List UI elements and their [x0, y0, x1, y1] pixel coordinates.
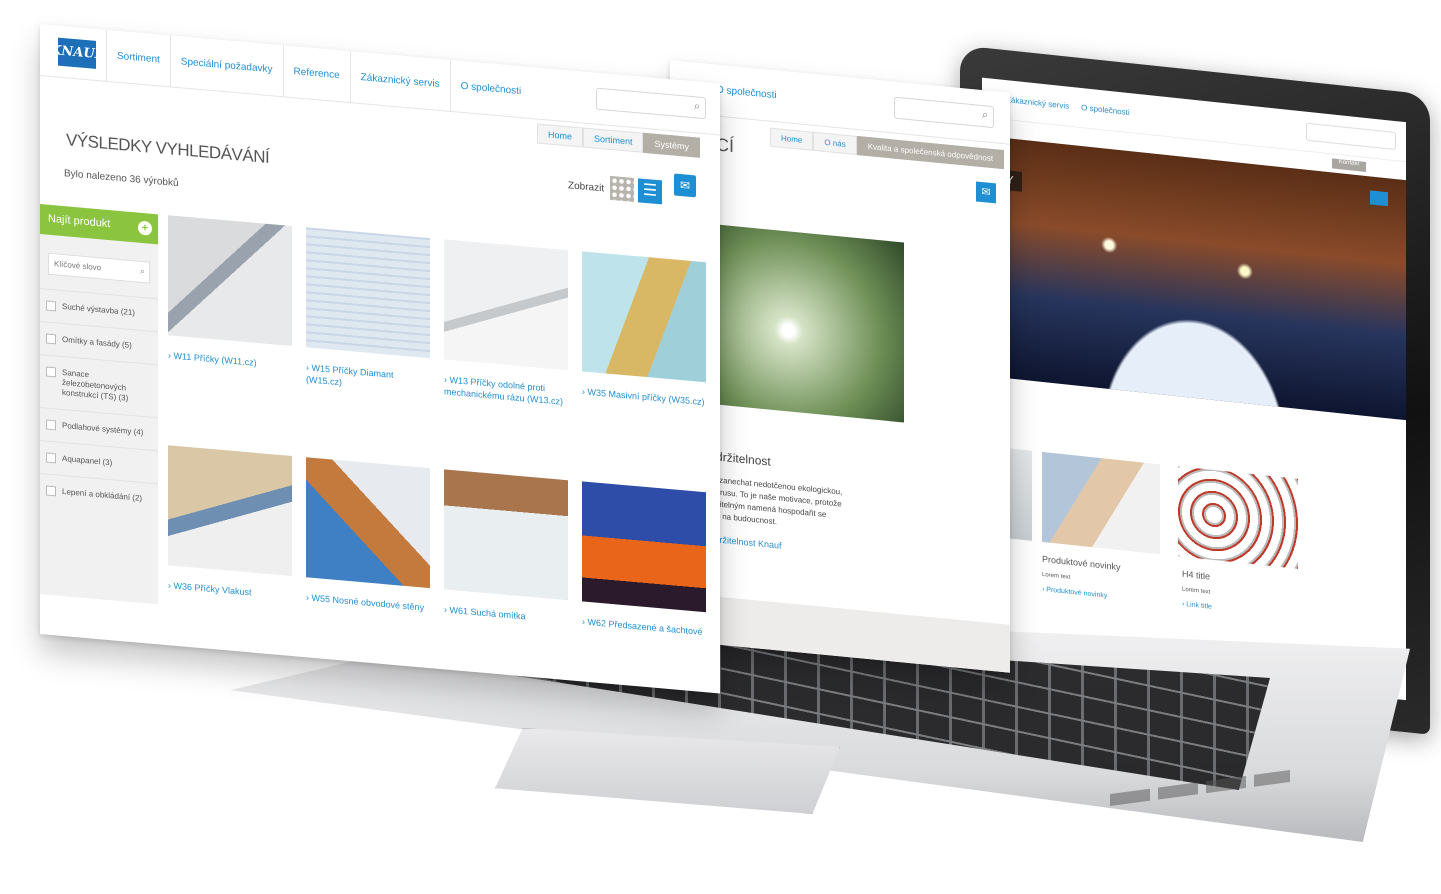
product-link[interactable]: › W61 Suchá omítka: [444, 603, 568, 626]
screen-news-heading: Produktové novinky: [1042, 553, 1121, 573]
nav-item-sortiment[interactable]: Sortiment: [106, 29, 170, 87]
product-card[interactable]: › W55 Nosné obvodové stěny: [306, 457, 430, 693]
crumb-home[interactable]: Home: [536, 123, 583, 148]
product-filter: Najít produkt + Klíčové slovo ⌕ Suché vý…: [40, 204, 158, 605]
product-image[interactable]: [444, 469, 568, 601]
product-image[interactable]: [444, 239, 568, 371]
search-icon[interactable]: ⌕: [140, 266, 145, 277]
screen-search-input[interactable]: [1306, 122, 1396, 150]
checkbox[interactable]: [46, 452, 56, 464]
search-icon[interactable]: ⌕: [982, 109, 988, 123]
filter-heading: Najít produkt +: [40, 204, 158, 245]
about-hero-image: [694, 222, 904, 423]
filter-option-label: Podlahové systémy (4): [62, 420, 144, 438]
screen-h4-heading: H4 title: [1182, 568, 1211, 582]
product-image[interactable]: [582, 481, 706, 613]
screen-contact-button[interactable]: Kontakt: [1332, 158, 1366, 172]
search-input[interactable]: ⌕: [596, 87, 706, 119]
filter-option-label: Lepení a obkládání (2): [62, 486, 143, 503]
product-link[interactable]: › W36 Příčky Vlakust: [168, 579, 292, 602]
product-link[interactable]: › W55 Nosné obvodové stěny: [306, 591, 430, 614]
result-count: Bylo nalezeno 36 výrobků: [64, 168, 179, 190]
product-image[interactable]: [306, 227, 430, 359]
product-image[interactable]: [306, 457, 430, 589]
product-card[interactable]: › W15 Příčky Diamant (W15.cz): [306, 227, 430, 468]
product-card[interactable]: › W13 Příčky odolné proti mechanickému r…: [444, 239, 568, 480]
filter-option-label: Omítky a fasády (5): [62, 334, 132, 351]
filter-search-input[interactable]: Klíčové slovo ⌕: [48, 252, 150, 284]
about-search-input[interactable]: ⌕: [894, 96, 994, 128]
knauf-logo[interactable]: KNAUF: [50, 37, 104, 69]
product-card[interactable]: › W36 Příčky Vlakust: [168, 445, 292, 686]
laptop-lid: Zákaznický servis O společnosti Kontakt …: [960, 45, 1430, 735]
screen-news-text: Lorem text: [1042, 571, 1071, 581]
filter-option-label: Aquapanel (3): [62, 453, 113, 468]
checkbox[interactable]: [46, 333, 56, 345]
product-image[interactable]: [582, 251, 706, 383]
about-page-panel: O společnosti ⌕ Home O nás Kvalita a spo…: [670, 60, 1010, 673]
nav-item-customer-service[interactable]: Zákaznický servis: [349, 50, 450, 112]
filter-option-label: Suché výstavba (21): [62, 301, 135, 318]
screen-hero-image: [982, 135, 1406, 421]
main-nav: KNAUF Sortiment Speciální požadavky Refe…: [40, 24, 720, 136]
crumb-current: Systémy: [643, 132, 700, 158]
screen-nav-customer-service[interactable]: Zákaznický servis: [1000, 79, 1075, 127]
checkbox[interactable]: [46, 366, 56, 378]
about-crumb-home[interactable]: Home: [770, 127, 814, 151]
product-link[interactable]: › W15 Příčky Diamant (W15.cz): [306, 361, 430, 396]
screen-news-link[interactable]: › Produktové novinky: [1042, 586, 1107, 600]
product-link[interactable]: › W11 Příčky (W11.cz): [168, 349, 292, 372]
grid-view-icon[interactable]: [610, 175, 634, 202]
checkbox[interactable]: [46, 485, 56, 497]
list-view-icon[interactable]: ☰: [638, 178, 662, 205]
nav-item-reference[interactable]: Reference: [282, 44, 350, 103]
mail-icon[interactable]: ✉: [674, 173, 696, 198]
screen-mail-icon[interactable]: [1370, 190, 1388, 207]
filter-option-label: Sanace železobetonových konstrukcí (TS) …: [62, 367, 129, 403]
screen-h4-text: Lorem text: [1182, 586, 1211, 596]
search-icon[interactable]: ⌕: [694, 100, 700, 114]
product-link[interactable]: › W35 Masivní příčky (W35.cz): [582, 385, 706, 408]
checkbox[interactable]: [46, 300, 56, 312]
laptop-screen: Zákaznický servis O společnosti Kontakt …: [982, 77, 1406, 701]
mail-icon[interactable]: ✉: [976, 181, 996, 204]
product-image[interactable]: [168, 445, 292, 577]
page-title: VÝSLEDKY VYHLEDÁVÁNÍ: [66, 130, 270, 168]
product-card[interactable]: › W62 Předsazené a šachtové: [582, 481, 706, 693]
nav-item-special[interactable]: Speciální požadavky: [169, 34, 283, 97]
product-card[interactable]: › W61 Suchá omítka: [444, 469, 568, 693]
screen-tile-image: [1178, 466, 1298, 569]
expand-icon[interactable]: +: [138, 220, 152, 236]
product-link[interactable]: › W62 Předsazené a šachtové: [582, 615, 706, 638]
product-card[interactable]: › W35 Masivní příčky (W35.cz): [582, 251, 706, 492]
product-grid: › W11 Příčky (W11.cz) › W15 Příčky Diama…: [168, 215, 708, 693]
product-image[interactable]: [168, 215, 292, 347]
product-link[interactable]: › W13 Příčky odolné proti mechanickému r…: [444, 373, 568, 408]
checkbox[interactable]: [46, 419, 56, 431]
filter-search-placeholder: Klíčové slovo: [54, 259, 102, 273]
view-label: Zobrazit: [568, 180, 605, 195]
search-results-panel: KNAUF Sortiment Speciální požadavky Refe…: [40, 24, 720, 694]
screen-tile-image: [1042, 451, 1160, 555]
filter-heading-label: Najít produkt: [48, 212, 111, 231]
nav-item-about[interactable]: O společnosti: [449, 59, 532, 119]
product-card[interactable]: › W11 Příčky (W11.cz): [168, 215, 292, 456]
about-crumb-about[interactable]: O nás: [813, 131, 857, 155]
screen-h4-link[interactable]: › Link title: [1182, 601, 1212, 611]
crumb-sortiment[interactable]: Sortiment: [582, 127, 644, 153]
screen-nav-about[interactable]: O společnosti: [1075, 87, 1135, 133]
about-nav: O společnosti ⌕: [670, 60, 1010, 145]
